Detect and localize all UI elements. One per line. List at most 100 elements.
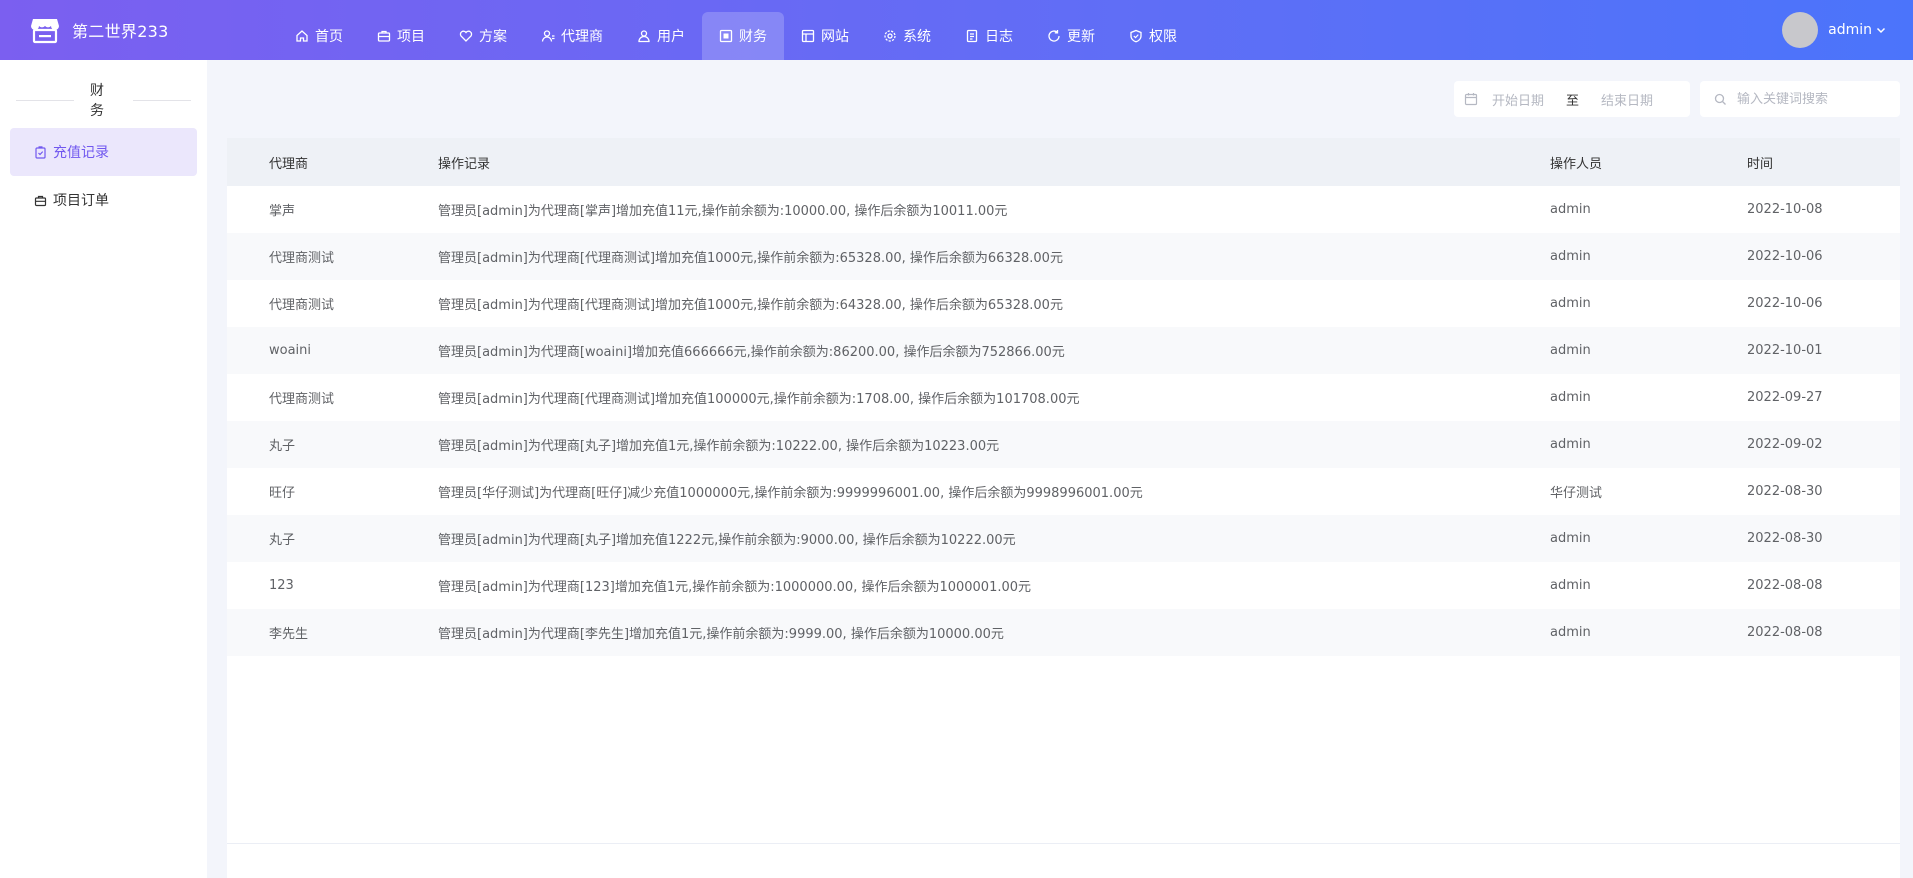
nav-item-finance[interactable]: 财务 bbox=[702, 12, 784, 60]
nav-label: 权限 bbox=[1149, 29, 1177, 45]
clipboard-check-icon bbox=[35, 145, 46, 159]
cell-time: 2022-09-02 bbox=[1747, 437, 1823, 452]
cell-operator: admin bbox=[1550, 390, 1591, 405]
user-name: admin bbox=[1828, 22, 1872, 38]
table-row[interactable]: 123 管理员[admin]为代理商[123]增加充值1元,操作前余额为:100… bbox=[227, 562, 1900, 609]
cell-operator: admin bbox=[1550, 625, 1591, 640]
table-row[interactable]: woaini 管理员[admin]为代理商[woaini]增加充值666666元… bbox=[227, 327, 1900, 374]
search-box[interactable] bbox=[1700, 81, 1900, 117]
nav-label: 方案 bbox=[479, 29, 507, 45]
cell-agent: woaini bbox=[269, 343, 312, 358]
cell-record: 管理员[admin]为代理商[代理商测试]增加充值1000元,操作前余额为:65… bbox=[438, 251, 1063, 266]
nav-item-logs[interactable]: 日志 bbox=[948, 12, 1030, 60]
calendar-icon bbox=[1464, 93, 1478, 106]
sidebar: 财务 充值记录 项目订单 bbox=[0, 60, 207, 878]
recharge-records-table: 代理商 操作记录 操作人员 时间 掌声 管理员[admin]为代理商[掌声]增加… bbox=[227, 138, 1900, 878]
cell-time: 2022-08-08 bbox=[1747, 578, 1823, 593]
nav-item-plans[interactable]: 方案 bbox=[442, 12, 524, 60]
cell-record: 管理员[admin]为代理商[123]增加充值1元,操作前余额为:1000000… bbox=[438, 580, 1032, 595]
column-header-record: 操作记录 bbox=[438, 156, 491, 172]
column-header-agent: 代理商 bbox=[269, 156, 309, 172]
log-icon bbox=[966, 29, 978, 43]
store-logo-icon bbox=[31, 19, 59, 44]
nav-label: 首页 bbox=[315, 29, 343, 45]
nav-item-website[interactable]: 网站 bbox=[784, 12, 866, 60]
gear-icon bbox=[884, 30, 896, 42]
briefcase-icon bbox=[34, 195, 47, 206]
sidebar-item-recharge-records[interactable]: 充值记录 bbox=[10, 128, 197, 176]
cell-time: 2022-08-30 bbox=[1747, 484, 1823, 499]
table-row[interactable]: 丸子 管理员[admin]为代理商[丸子]增加充值1222元,操作前余额为:90… bbox=[227, 515, 1900, 562]
table-row[interactable]: 旺仔 管理员[华仔测试]为代理商[旺仔]减少充值1000000元,操作前余额为:… bbox=[227, 468, 1900, 515]
sidebar-item-project-orders[interactable]: 项目订单 bbox=[10, 176, 197, 224]
table-row[interactable]: 代理商测试 管理员[admin]为代理商[代理商测试]增加充值100000元,操… bbox=[227, 374, 1900, 421]
window-icon bbox=[801, 29, 815, 43]
cell-record: 管理员[admin]为代理商[代理商测试]增加充值1000元,操作前余额为:64… bbox=[438, 298, 1063, 313]
cell-record: 管理员[admin]为代理商[woaini]增加充值666666元,操作前余额为… bbox=[438, 345, 1065, 360]
nav-item-updates[interactable]: 更新 bbox=[1030, 12, 1112, 60]
date-range-picker[interactable]: 开始日期 至 结束日期 bbox=[1454, 81, 1690, 117]
avatar[interactable] bbox=[1782, 12, 1819, 48]
refresh-icon bbox=[1048, 30, 1060, 42]
finance-icon bbox=[719, 29, 733, 43]
table-row[interactable]: 李先生 管理员[admin]为代理商[李先生]增加充值1元,操作前余额为:999… bbox=[227, 609, 1900, 656]
chevron-down-icon bbox=[1876, 27, 1886, 34]
cell-time: 2022-10-01 bbox=[1747, 343, 1823, 358]
sidebar-item-label: 充值记录 bbox=[53, 145, 109, 161]
nav-item-agents[interactable]: 代理商 bbox=[524, 12, 620, 60]
top-header: 第二世界233 首页 项目 方案 代理商 用户 财务 网站 系统 日志 更新 权… bbox=[0, 0, 1913, 60]
cell-agent: 代理商测试 bbox=[269, 392, 335, 407]
main-nav: 首页 项目 方案 代理商 用户 财务 网站 系统 日志 更新 权限 bbox=[278, 0, 1194, 60]
cell-time: 2022-10-06 bbox=[1747, 249, 1823, 264]
nav-label: 用户 bbox=[657, 29, 685, 45]
nav-item-home[interactable]: 首页 bbox=[278, 12, 360, 60]
briefcase-icon bbox=[377, 30, 391, 42]
cell-operator: admin bbox=[1550, 343, 1591, 358]
nav-item-system[interactable]: 系统 bbox=[866, 12, 948, 60]
cell-operator: admin bbox=[1550, 202, 1591, 217]
brand-name: 第二世界233 bbox=[72, 22, 169, 41]
sidebar-item-label: 项目订单 bbox=[53, 193, 109, 209]
cell-operator: admin bbox=[1550, 249, 1591, 264]
heart-icon bbox=[459, 30, 473, 42]
cell-agent: 123 bbox=[269, 578, 294, 593]
cell-record: 管理员[admin]为代理商[丸子]增加充值1222元,操作前余额为:9000.… bbox=[438, 533, 1016, 548]
cell-record: 管理员[华仔测试]为代理商[旺仔]减少充值1000000元,操作前余额为:999… bbox=[438, 486, 1143, 501]
divider bbox=[133, 99, 191, 101]
start-date-input[interactable]: 开始日期 bbox=[1492, 90, 1544, 109]
user-menu[interactable]: admin bbox=[1782, 12, 1887, 48]
end-date-input[interactable]: 结束日期 bbox=[1601, 90, 1653, 109]
brand[interactable]: 第二世界233 bbox=[0, 15, 270, 45]
cell-record: 管理员[admin]为代理商[代理商测试]增加充值100000元,操作前余额为:… bbox=[438, 392, 1080, 407]
cell-agent: 旺仔 bbox=[269, 486, 296, 501]
table-row[interactable]: 掌声 管理员[admin]为代理商[掌声]增加充值11元,操作前余额为:1000… bbox=[227, 186, 1900, 233]
table-bottom-divider bbox=[227, 843, 1900, 844]
cell-operator: 华仔测试 bbox=[1550, 486, 1603, 501]
date-range-separator: 至 bbox=[1566, 93, 1580, 109]
home-icon bbox=[296, 30, 308, 42]
user-icon bbox=[541, 30, 555, 42]
cell-agent: 丸子 bbox=[269, 533, 296, 548]
cell-time: 2022-09-27 bbox=[1747, 390, 1823, 405]
table-row[interactable]: 丸子 管理员[admin]为代理商[丸子]增加充值1元,操作前余额为:10222… bbox=[227, 421, 1900, 468]
table-row[interactable]: 代理商测试 管理员[admin]为代理商[代理商测试]增加充值1000元,操作前… bbox=[227, 233, 1900, 280]
nav-item-permissions[interactable]: 权限 bbox=[1112, 12, 1194, 60]
cell-record: 管理员[admin]为代理商[掌声]增加充值11元,操作前余额为:10000.0… bbox=[438, 204, 1008, 219]
nav-label: 财务 bbox=[739, 29, 767, 45]
users-icon bbox=[638, 30, 650, 43]
search-input[interactable] bbox=[1737, 91, 1887, 107]
cell-record: 管理员[admin]为代理商[李先生]增加充值1元,操作前余额为:9999.00… bbox=[438, 627, 1004, 642]
nav-label: 日志 bbox=[985, 29, 1013, 45]
cell-agent: 掌声 bbox=[269, 204, 296, 219]
nav-label: 项目 bbox=[397, 29, 425, 45]
nav-label: 更新 bbox=[1067, 29, 1095, 45]
cell-agent: 丸子 bbox=[269, 439, 296, 454]
cell-time: 2022-08-08 bbox=[1747, 625, 1823, 640]
nav-item-users[interactable]: 用户 bbox=[620, 12, 702, 60]
sidebar-section-title: 财务 bbox=[0, 83, 207, 119]
table-row[interactable]: 代理商测试 管理员[admin]为代理商[代理商测试]增加充值1000元,操作前… bbox=[227, 280, 1900, 327]
divider bbox=[16, 99, 74, 101]
cell-operator: admin bbox=[1550, 531, 1591, 546]
nav-item-projects[interactable]: 项目 bbox=[360, 12, 442, 60]
nav-label: 代理商 bbox=[561, 29, 603, 45]
